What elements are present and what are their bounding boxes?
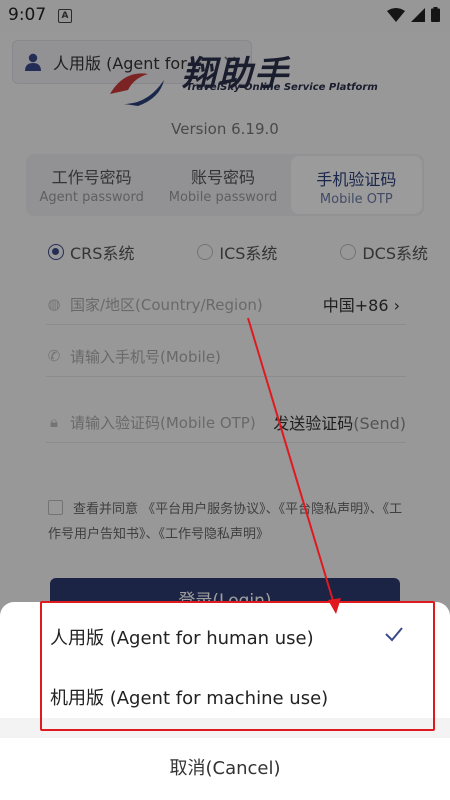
- annotation-arrow: [247, 317, 341, 614]
